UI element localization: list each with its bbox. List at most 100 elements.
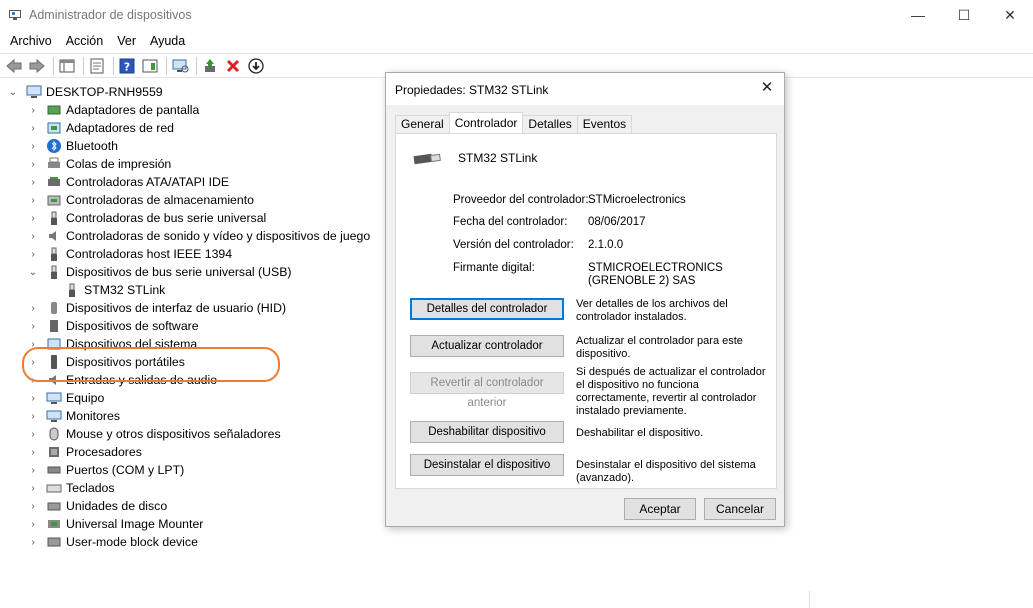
chevron-right-icon[interactable]: › <box>28 429 38 440</box>
tree-category-item[interactable]: › Teclados <box>28 479 115 497</box>
tree-category-item[interactable]: ⌄ Dispositivos de bus serie universal (US… <box>28 263 292 281</box>
tree-category-label: Adaptadores de pantalla <box>66 103 200 117</box>
menu-accion[interactable]: Acción <box>59 31 111 51</box>
chevron-right-icon[interactable]: › <box>28 537 38 548</box>
tab-controlador[interactable]: Controlador <box>448 112 524 133</box>
close-button[interactable]: ✕ <box>987 0 1033 30</box>
driver-details-button[interactable]: Detalles del controlador <box>410 298 564 320</box>
chevron-right-icon[interactable]: › <box>28 447 38 458</box>
dialog-tabs: General Controlador Detalles Eventos <box>395 112 633 133</box>
help-button[interactable]: ? <box>117 56 137 76</box>
chevron-right-icon[interactable]: › <box>28 195 38 206</box>
chevron-down-icon[interactable]: ⌄ <box>8 87 18 98</box>
version-value: 2.1.0.0 <box>588 239 624 251</box>
chevron-right-icon[interactable]: › <box>28 411 38 422</box>
keyboard-icon <box>46 480 62 496</box>
tree-device-stm32-stlink[interactable]: STM32 STLink <box>64 281 165 299</box>
storage-controller-icon <box>46 192 62 208</box>
console-tree-icon <box>59 59 75 72</box>
tree-category-item[interactable]: › Procesadores <box>28 443 142 461</box>
update-driver-button[interactable]: Actualizar controlador <box>410 335 564 357</box>
dialog-close-button[interactable]: ✕ <box>758 79 776 97</box>
tree-category-item[interactable]: › Dispositivos de interfaz de usuario (HI… <box>28 299 286 317</box>
menu-ver[interactable]: Ver <box>110 31 143 51</box>
chevron-right-icon[interactable]: › <box>28 303 38 314</box>
tree-category-item[interactable]: › Monitores <box>28 407 120 425</box>
chevron-right-icon[interactable]: › <box>28 321 38 332</box>
properties-button[interactable] <box>87 56 107 76</box>
chevron-right-icon[interactable]: › <box>28 177 38 188</box>
maximize-button[interactable]: ☐ <box>941 0 987 30</box>
tab-eventos[interactable]: Eventos <box>576 115 633 133</box>
chevron-right-icon[interactable]: › <box>28 123 38 134</box>
tree-category-item[interactable]: › User-mode block device <box>28 533 198 551</box>
show-hide-tree-button[interactable] <box>57 56 77 76</box>
tree-category-item[interactable]: › Controladoras host IEEE 1394 <box>28 245 232 263</box>
tree-category-label: Dispositivos de interfaz de usuario (HID… <box>66 301 287 315</box>
uninstall-device-button[interactable]: Desinstalar el dispositivo <box>410 454 564 476</box>
chevron-right-icon[interactable]: › <box>28 249 38 260</box>
uninstall-device-button[interactable] <box>223 56 243 76</box>
disable-device-button[interactable]: Deshabilitar dispositivo <box>410 421 564 443</box>
software-device-icon <box>46 318 62 334</box>
scan-hardware-button[interactable] <box>170 56 190 76</box>
monitor-scan-icon <box>172 59 189 72</box>
rollback-driver-button[interactable]: Revertir al controlador anterior <box>410 372 564 409</box>
tree-category-item[interactable]: › Dispositivos de software <box>28 317 199 335</box>
tree-root[interactable]: ⌄ DESKTOP-RNH9559 <box>8 83 163 101</box>
tree-category-label: Dispositivos de software <box>66 319 199 333</box>
chevron-down-icon[interactable]: ⌄ <box>28 267 38 278</box>
tree-category-item[interactable]: › Puertos (COM y LPT) <box>28 461 184 479</box>
tree-category-item[interactable]: › Colas de impresión <box>28 155 171 173</box>
tree-category-label: Controladoras de sonido y vídeo y dispos… <box>66 229 371 243</box>
disk-drive-icon <box>46 498 62 514</box>
device-manager-icon <box>9 10 21 20</box>
tree-category-item[interactable]: › Controladoras de almacenamiento <box>28 191 254 209</box>
date-value: 08/06/2017 <box>588 216 646 228</box>
action-pane-button[interactable] <box>140 56 160 76</box>
menu-ayuda[interactable]: Ayuda <box>143 31 192 51</box>
date-label: Fecha del controlador: <box>453 216 568 228</box>
back-button[interactable] <box>4 56 24 76</box>
dialog-title: Propiedades: STM32 STLink <box>395 83 549 97</box>
rollback-driver-description: Si después de actualizar el controlador … <box>576 366 766 417</box>
tab-general[interactable]: General <box>395 115 450 133</box>
status-segment <box>809 591 1033 608</box>
menu-archivo[interactable]: Archivo <box>0 31 59 51</box>
update-driver-button[interactable] <box>200 56 220 76</box>
tree-category-item[interactable]: › Controladoras ATA/ATAPI IDE <box>28 173 229 191</box>
block-device-icon <box>46 534 62 550</box>
chevron-right-icon[interactable]: › <box>28 483 38 494</box>
chevron-right-icon[interactable]: › <box>28 105 38 116</box>
arrow-right-icon <box>29 58 45 73</box>
forward-button[interactable] <box>27 56 47 76</box>
tree-category-item[interactable]: › Adaptadores de red <box>28 119 174 137</box>
chevron-right-icon[interactable]: › <box>28 213 38 224</box>
minimize-button[interactable]: — <box>895 0 941 30</box>
cancel-button[interactable]: Cancelar <box>704 498 776 520</box>
tree-category-label: Teclados <box>66 481 115 495</box>
chevron-right-icon[interactable]: › <box>28 159 38 170</box>
tree-category-item[interactable]: › Bluetooth <box>28 137 118 155</box>
tree-category-item[interactable]: › Unidades de disco <box>28 497 167 515</box>
port-icon <box>46 462 62 478</box>
tree-category-item[interactable]: › Equipo <box>28 389 104 407</box>
bluetooth-icon <box>46 138 62 154</box>
tree-category-item[interactable]: › Mouse y otros dispositivos señaladores <box>28 425 280 443</box>
chevron-right-icon[interactable]: › <box>28 231 38 242</box>
chevron-right-icon[interactable]: › <box>28 501 38 512</box>
tree-category-item[interactable]: › Adaptadores de pantalla <box>28 101 199 119</box>
hid-icon <box>46 300 62 316</box>
tree-category-item[interactable]: › Controladoras de bus serie universal <box>28 209 266 227</box>
usb-plug-icon <box>46 210 62 226</box>
ok-button[interactable]: Aceptar <box>624 498 696 520</box>
usb-plug-icon <box>413 153 441 165</box>
tree-category-item[interactable]: › Universal Image Mounter <box>28 515 203 533</box>
chevron-right-icon[interactable]: › <box>28 465 38 476</box>
tab-detalles[interactable]: Detalles <box>522 115 578 133</box>
enable-device-button[interactable] <box>246 56 266 76</box>
tree-category-item[interactable]: › Controladoras de sonido y vídeo y dispo… <box>28 227 370 245</box>
chevron-right-icon[interactable]: › <box>28 519 38 530</box>
chevron-right-icon[interactable]: › <box>28 393 38 404</box>
chevron-right-icon[interactable]: › <box>28 141 38 152</box>
